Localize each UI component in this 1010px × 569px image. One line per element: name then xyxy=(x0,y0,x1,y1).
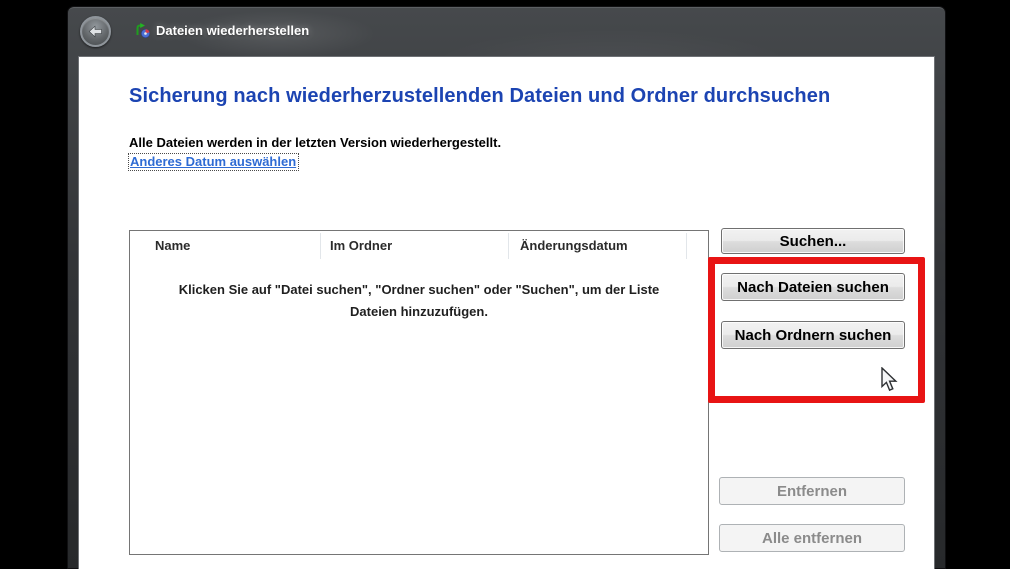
restore-files-icon xyxy=(134,22,151,39)
column-header-modified[interactable]: Änderungsdatum xyxy=(520,238,628,253)
window-title: Dateien wiederherstellen xyxy=(156,23,310,38)
dialog-client-area: Sicherung nach wiederherzustellenden Dat… xyxy=(78,56,935,569)
mouse-cursor-icon xyxy=(880,366,902,398)
empty-list-message: Klicken Sie auf "Datei suchen", "Ordner … xyxy=(130,279,708,323)
list-header: Name Im Ordner Änderungsdatum xyxy=(130,231,708,259)
restore-version-note: Alle Dateien werden in der letzten Versi… xyxy=(129,135,502,150)
column-header-folder[interactable]: Im Ordner xyxy=(330,238,392,253)
search-button[interactable]: Suchen... xyxy=(721,228,905,254)
restore-files-window: Dateien wiederherstellen Sicherung nach … xyxy=(68,7,945,569)
column-header-name[interactable]: Name xyxy=(155,238,190,253)
column-separator xyxy=(508,233,509,259)
restore-file-list[interactable]: Name Im Ordner Änderungsdatum Klicken Si… xyxy=(129,230,709,555)
column-separator xyxy=(320,233,321,259)
remove-button[interactable]: Entfernen xyxy=(719,477,905,505)
back-arrow-icon xyxy=(87,23,104,40)
screenshot-stage: Dateien wiederherstellen Sicherung nach … xyxy=(0,0,1010,569)
choose-date-link-wrap: Anderes Datum auswählen xyxy=(128,153,300,171)
empty-list-line2: Dateien hinzuzufügen. xyxy=(350,304,488,319)
browse-for-files-button[interactable]: Nach Dateien suchen xyxy=(721,273,905,301)
window-titlebar[interactable]: Dateien wiederherstellen xyxy=(68,8,945,56)
browse-for-folders-button[interactable]: Nach Ordnern suchen xyxy=(721,321,905,349)
choose-other-date-link[interactable]: Anderes Datum auswählen xyxy=(128,153,300,171)
empty-list-line1: Klicken Sie auf "Datei suchen", "Ordner … xyxy=(178,282,660,297)
back-button[interactable] xyxy=(80,16,111,47)
column-separator xyxy=(686,233,687,259)
remove-all-button[interactable]: Alle entfernen xyxy=(719,524,905,552)
page-title: Sicherung nach wiederherzustellenden Dat… xyxy=(129,85,831,107)
